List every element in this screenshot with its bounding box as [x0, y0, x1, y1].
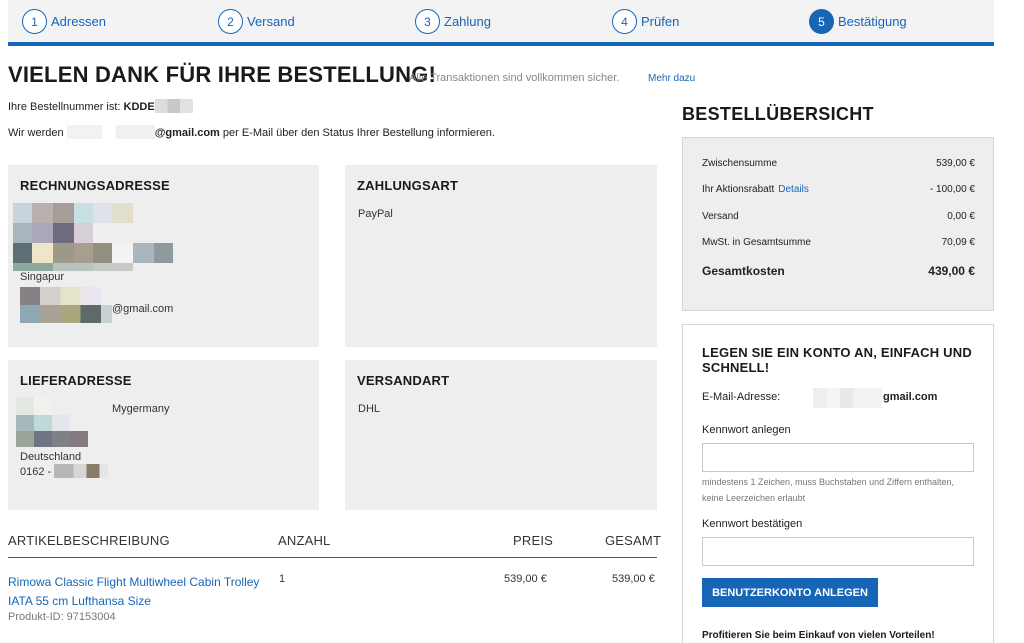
redacted-phone — [54, 464, 108, 478]
security-note: Alle Transaktionen sind vollkommen siche… — [409, 72, 620, 84]
summary-label: Versand — [702, 211, 739, 222]
summary-title: BESTELLÜBERSICHT — [682, 104, 874, 124]
more-info-link[interactable]: Mehr dazu — [648, 73, 695, 84]
create-account-box: LEGEN SIE EIN KONTO AN, EINFACH UND SCHN… — [682, 324, 994, 643]
summary-value: - 100,00 € — [929, 184, 975, 195]
summary-row: Ihr Aktionsrabatt Details - 100,00 € — [702, 184, 975, 195]
product-link[interactable]: Rimowa Classic Flight Multiwheel Cabin T… — [8, 573, 268, 611]
summary-label: Zwischensumme — [702, 158, 778, 169]
redacted-block — [66, 125, 155, 139]
step-label: Zahlung — [444, 14, 491, 29]
account-heading: LEGEN SIE EIN KONTO AN, EINFACH UND SCHN… — [702, 345, 972, 375]
step-payment[interactable]: 3 Zahlung — [415, 9, 491, 34]
order-number: KDDE — [123, 101, 155, 113]
summary-row: Versand 0,00 € — [702, 211, 975, 222]
product-id: Produkt-ID: 97153004 — [8, 611, 116, 623]
shipping-heading: LIEFERADRESSE — [20, 373, 132, 388]
step-label: Versand — [247, 14, 295, 29]
password-label: Kennwort anlegen — [702, 424, 791, 436]
step-number: 1 — [22, 9, 47, 34]
item-quantity: 1 — [279, 573, 286, 585]
column-price: PREIS — [513, 533, 554, 548]
step-label: Adressen — [51, 14, 106, 29]
step-label: Prüfen — [641, 14, 680, 29]
payment-method-box: ZAHLUNGSART PayPal — [345, 165, 657, 347]
shipping-method: DHL — [358, 403, 381, 415]
step-number: 4 — [612, 9, 637, 34]
step-confirmation: 5 Bestätigung — [809, 9, 907, 34]
table-divider — [8, 557, 657, 558]
payment-method: PayPal — [358, 208, 393, 220]
shipping-name: Mygermany — [112, 403, 170, 415]
order-number-line: Ihre Bestellnummer ist: KDDE — [8, 99, 193, 113]
shipping-country: Deutschland — [20, 451, 82, 463]
shipping-method-heading: VERSANDART — [357, 373, 450, 388]
summary-value: 539,00 € — [936, 158, 975, 169]
redacted-email — [786, 388, 882, 408]
summary-label: Gesamtkosten — [702, 264, 785, 278]
account-benefits: Profitieren Sie beim Einkauf von vielen … — [702, 630, 935, 641]
password-hint: mindestens 1 Zeichen, muss Buchstaben un… — [702, 477, 954, 503]
summary-value: 0,00 € — [947, 211, 975, 222]
shipping-address-box: LIEFERADRESSE Mygermany Deutschland 0162… — [8, 360, 319, 510]
summary-label: MwSt. in Gesamtsumme — [702, 237, 811, 248]
summary-label: Ihr Aktionsrabatt — [702, 184, 775, 195]
notify-suffix: per E-Mail über den Status Ihrer Bestell… — [222, 127, 495, 139]
step-number: 3 — [415, 9, 440, 34]
account-email-value: gmail.com — [883, 391, 938, 403]
step-review[interactable]: 4 Prüfen — [612, 9, 679, 34]
password-input[interactable] — [702, 443, 974, 472]
column-description: ARTIKELBESCHREIBUNG — [8, 533, 170, 548]
step-addresses[interactable]: 1 Adressen — [22, 9, 106, 34]
redacted-address — [13, 203, 173, 271]
step-shipping[interactable]: 2 Versand — [218, 9, 295, 34]
redacted-address — [16, 397, 106, 447]
step-number: 5 — [809, 9, 834, 34]
column-total: GESAMT — [605, 533, 662, 548]
create-account-button[interactable]: BENUTZERKONTO ANLEGEN — [702, 578, 878, 607]
confirm-password-label: Kennwort bestätigen — [702, 518, 803, 530]
item-total: 539,00 € — [612, 573, 655, 585]
redacted-block — [154, 99, 193, 113]
checkout-steps: 1 Adressen 2 Versand 3 Zahlung 4 Prüfen … — [8, 0, 994, 46]
shipping-method-box: VERSANDART DHL — [345, 360, 657, 510]
discount-details-link[interactable]: Details — [778, 184, 809, 195]
summary-row: Zwischensumme 539,00 € — [702, 158, 975, 169]
billing-heading: RECHNUNGSADRESSE — [20, 178, 170, 193]
account-email-label: E-Mail-Adresse: — [702, 391, 781, 403]
payment-heading: ZAHLUNGSART — [357, 178, 459, 193]
shipping-phone: 0162 - — [20, 466, 52, 478]
confirm-password-input[interactable] — [702, 537, 974, 566]
notify-prefix: Wir werden — [8, 127, 64, 139]
order-number-label: Ihre Bestellnummer ist: — [8, 101, 121, 113]
billing-country: Singapur — [20, 271, 65, 283]
notify-email: @gmail.com — [154, 127, 220, 139]
notify-line: Wir werden @gmail.com per E-Mail über de… — [8, 125, 495, 139]
column-quantity: ANZAHL — [278, 533, 331, 548]
item-price: 539,00 € — [504, 573, 547, 585]
redacted-contact — [20, 287, 112, 323]
billing-email: @gmail.com — [112, 303, 174, 315]
summary-box: Zwischensumme 539,00 € Ihr Aktionsrabatt… — [682, 137, 994, 311]
page-title: VIELEN DANK FÜR IHRE BESTELLUNG! — [8, 62, 437, 87]
summary-value: 70,09 € — [941, 237, 975, 248]
step-label: Bestätigung — [838, 14, 907, 29]
billing-address-box: RECHNUNGSADRESSE Singapur @gmail.com — [8, 165, 319, 347]
step-number: 2 — [218, 9, 243, 34]
summary-value: 439,00 € — [928, 264, 975, 278]
summary-row: MwSt. in Gesamtsumme 70,09 € — [702, 237, 975, 248]
summary-total-row: Gesamtkosten 439,00 € — [702, 264, 975, 278]
